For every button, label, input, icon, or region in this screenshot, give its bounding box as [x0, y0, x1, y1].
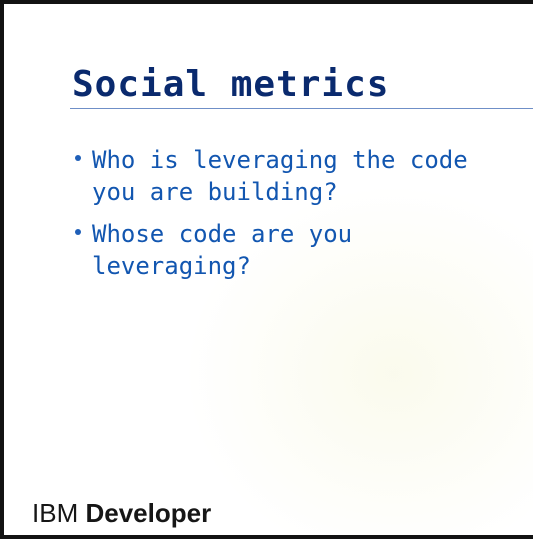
bullet-list: Who is leveraging the code you are build…: [72, 144, 532, 292]
brand-suffix: Developer: [85, 498, 212, 528]
slide: Social metrics Who is leveraging the cod…: [4, 4, 533, 535]
bullet-dot-icon: [75, 155, 81, 161]
slide-title: Social metrics: [72, 64, 390, 105]
ibm-developer-logo: IBM Developer: [32, 498, 211, 529]
bullet-text: Who is leveraging the code you are build…: [92, 146, 468, 206]
bullet-item: Whose code are you leveraging?: [72, 218, 532, 282]
bullet-text: Whose code are you leveraging?: [92, 220, 353, 280]
bullet-dot-icon: [75, 229, 81, 235]
title-divider: [70, 108, 533, 109]
presentation-frame: Social metrics Who is leveraging the cod…: [0, 0, 533, 539]
brand-prefix: IBM: [32, 498, 79, 528]
bullet-item: Who is leveraging the code you are build…: [72, 144, 532, 208]
